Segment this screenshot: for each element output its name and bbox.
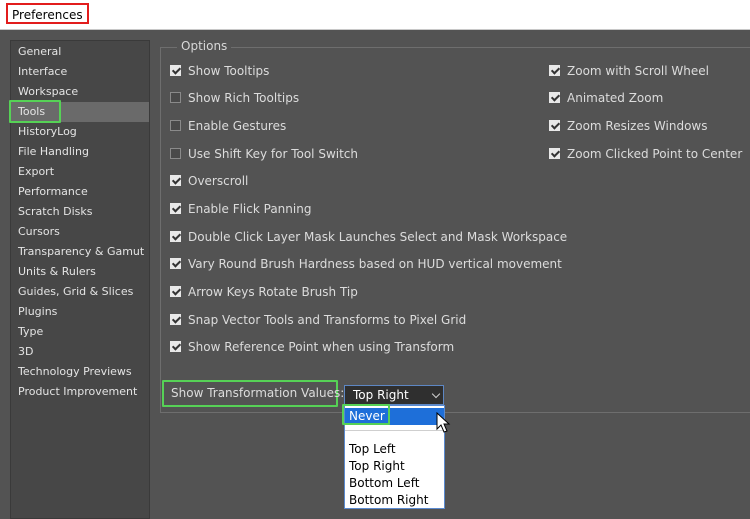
checkbox-box [170,231,181,242]
checkbox-box [170,203,181,214]
checkbox-label: Enable Gestures [188,119,287,133]
checkbox-label: Zoom Clicked Point to Center [567,147,743,161]
sidebar-item-3d[interactable]: 3D [11,342,149,362]
transformation-values-label: Show Transformation Values: [171,386,345,400]
checkbox-box [170,148,181,159]
checkbox-label: Zoom Resizes Windows [567,119,708,133]
transformation-values-dropdown: Never Top Left Top Right Bottom Left Bot… [344,405,445,509]
checkbox-box [170,175,181,186]
sidebar-item-cursors[interactable]: Cursors [11,222,149,242]
sidebar-item-file-handling[interactable]: File Handling [11,142,149,162]
sidebar-item-technology-previews[interactable]: Technology Previews [11,362,149,382]
mouse-cursor-icon [436,412,451,433]
option-bottom-left[interactable]: Bottom Left [345,475,444,492]
checkbox-box [549,120,560,131]
checkbox-box [170,258,181,269]
preferences-sidebar: General Interface Workspace Tools Histor… [9,40,150,519]
checkbox-label: Show Reference Point when using Transfor… [188,340,455,354]
checkbox-label: Arrow Keys Rotate Brush Tip [188,285,358,299]
sidebar-item-interface[interactable]: Interface [11,62,149,82]
sidebar-item-transparency-gamut[interactable]: Transparency & Gamut [11,242,149,262]
option-bottom-right[interactable]: Bottom Right [345,492,444,509]
sidebar-item-export[interactable]: Export [11,162,149,182]
checkbox-label: Animated Zoom [567,91,664,105]
checkbox-label: Overscroll [188,174,249,188]
checkbox-box [549,65,560,76]
option-never[interactable]: Never [345,408,444,425]
sidebar-item-scratch-disks[interactable]: Scratch Disks [11,202,149,222]
checkbox-label: Zoom with Scroll Wheel [567,64,709,78]
sidebar-item-workspace[interactable]: Workspace [11,82,149,102]
option-top-left[interactable]: Top Left [345,441,444,458]
title-bar: Preferences [0,0,750,30]
checkbox-box [170,341,181,352]
checkbox-box [170,65,181,76]
checkbox-box [170,286,181,297]
checkbox-label: Snap Vector Tools and Transforms to Pixe… [188,313,467,327]
sidebar-item-units-rulers[interactable]: Units & Rulers [11,262,149,282]
option-top-right[interactable]: Top Right [345,458,444,475]
sidebar-item-guides-grid-slices[interactable]: Guides, Grid & Slices [11,282,149,302]
dropdown-separator [345,430,444,431]
checkbox-box [170,314,181,325]
sidebar-item-product-improvement[interactable]: Product Improvement [11,382,149,402]
checkbox-box [170,120,181,131]
checkbox-box [549,148,560,159]
checkbox-label: Show Rich Tooltips [188,91,300,105]
sidebar-item-general[interactable]: General [11,42,149,62]
window-title: Preferences [6,3,89,24]
sidebar-item-historylog[interactable]: HistoryLog [11,122,149,142]
checkbox-label: Vary Round Brush Hardness based on HUD v… [188,257,562,271]
sidebar-item-type[interactable]: Type [11,322,149,342]
sidebar-item-performance[interactable]: Performance [11,182,149,202]
checkbox-label: Enable Flick Panning [188,202,312,216]
checkbox-label: Use Shift Key for Tool Switch [188,147,359,161]
sidebar-item-tools[interactable]: Tools [11,102,149,122]
checkbox-box [170,92,181,103]
sidebar-item-plugins[interactable]: Plugins [11,302,149,322]
transformation-values-select[interactable]: Top Right [344,385,444,405]
select-value: Top Right [353,388,409,402]
chevron-down-icon [431,389,441,399]
checkbox-label: Show Tooltips [188,64,270,78]
checkbox-box [549,92,560,103]
options-legend: Options [177,39,232,53]
checkbox-label: Double Click Layer Mask Launches Select … [188,230,568,244]
